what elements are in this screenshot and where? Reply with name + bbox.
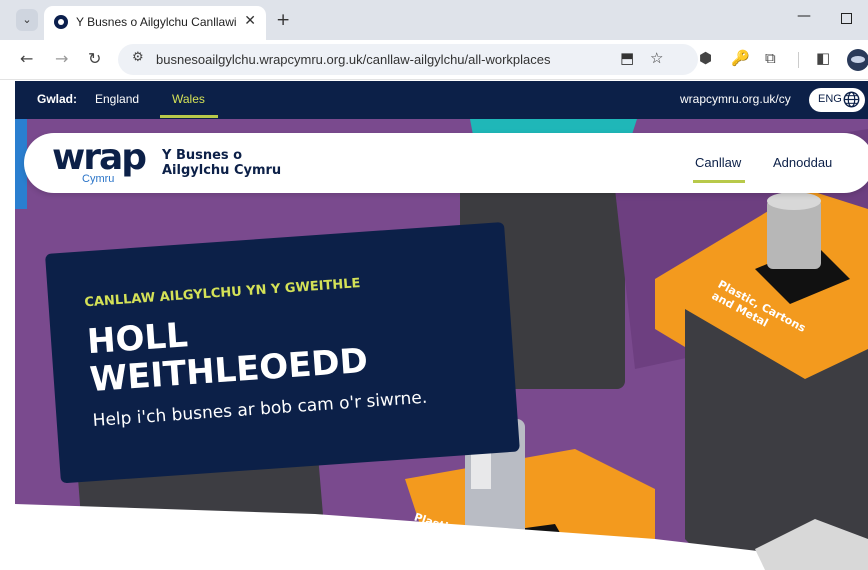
brand-line2: Ailgylchu Cymru — [162, 163, 282, 178]
active-nav-underline — [693, 180, 745, 183]
back-icon[interactable]: ← — [20, 49, 33, 68]
active-country-underline — [160, 115, 218, 118]
globe-icon — [843, 91, 860, 108]
bookmark-star-icon[interactable]: ☆ — [650, 49, 663, 67]
country-bar: Gwlad: England Wales wrapcymru.org.uk/cy… — [15, 81, 868, 119]
tab-search-icon[interactable]: ⌄ — [16, 9, 38, 31]
minimize-icon[interactable]: — — [797, 8, 811, 24]
new-tab-icon[interactable]: + — [276, 10, 290, 30]
country-link-wales[interactable]: Wales — [172, 92, 205, 106]
browser-toolbar: ← → ↻ ⚙ busnesoailgylchu.wrapcymru.org.u… — [0, 40, 868, 80]
reload-icon[interactable]: ↻ — [88, 49, 101, 68]
toolbar-separator — [798, 52, 799, 68]
site-url-link[interactable]: wrapcymru.org.uk/cy — [680, 92, 791, 106]
tab-title: Y Busnes o Ailgylchu Canllawiau — [76, 15, 236, 29]
site-header: wrap Cymru Y Busnes o Ailgylchu Cymru Ca… — [24, 133, 868, 193]
install-app-icon[interactable]: ⬒ — [620, 49, 634, 67]
country-label: Gwlad: — [37, 92, 78, 106]
country-link-england[interactable]: England — [95, 92, 139, 106]
address-bar[interactable]: ⚙ busnesoailgylchu.wrapcymru.org.uk/canl… — [118, 44, 698, 75]
site-info-icon[interactable]: ⚙ — [132, 50, 144, 65]
hero-title: HOLL WEITHLEOEDD — [86, 304, 369, 400]
language-switcher[interactable]: ENG — [809, 88, 865, 112]
side-panel-icon[interactable]: ◧ — [816, 49, 830, 67]
hero-kicker: CANLLAW AILGYLCHU YN Y GWEITHLE — [83, 276, 361, 311]
language-label: ENG — [818, 93, 842, 105]
logo-wordmark: wrap — [52, 137, 147, 178]
browser-tab[interactable]: Y Busnes o Ailgylchu Canllawiau ✕ — [44, 6, 266, 40]
url-text: busnesoailgylchu.wrapcymru.org.uk/canlla… — [156, 52, 551, 67]
profile-avatar[interactable] — [847, 49, 868, 71]
key-extension-icon[interactable]: 🔑 — [731, 49, 750, 67]
forward-icon[interactable]: → — [55, 49, 68, 68]
brand-title[interactable]: Y Busnes o Ailgylchu Cymru — [162, 148, 322, 178]
close-tab-icon[interactable]: ✕ — [244, 13, 256, 29]
nav-link-canllaw[interactable]: Canllaw — [695, 155, 741, 170]
wrap-logo[interactable]: wrap Cymru — [52, 137, 152, 187]
site-favicon-icon — [54, 15, 68, 29]
hero-card: CANLLAW AILGYLCHU YN Y GWEITHLE HOLL WEI… — [45, 221, 520, 484]
puzzle-extensions-icon[interactable]: ⧉ — [765, 49, 776, 67]
extension-icon[interactable]: ⬢ — [699, 49, 712, 67]
maximize-icon[interactable] — [841, 13, 852, 24]
browser-window: ⌄ Y Busnes o Ailgylchu Canllawiau ✕ + — … — [0, 0, 868, 570]
tab-strip: ⌄ Y Busnes o Ailgylchu Canllawiau ✕ + — — [0, 0, 868, 40]
brand-line1: Y Busnes o — [162, 148, 243, 163]
nav-link-adnoddau[interactable]: Adnoddau — [773, 155, 832, 170]
page-viewport: Gwlad: England Wales wrapcymru.org.uk/cy… — [0, 81, 868, 570]
logo-subtext: Cymru — [82, 173, 115, 185]
